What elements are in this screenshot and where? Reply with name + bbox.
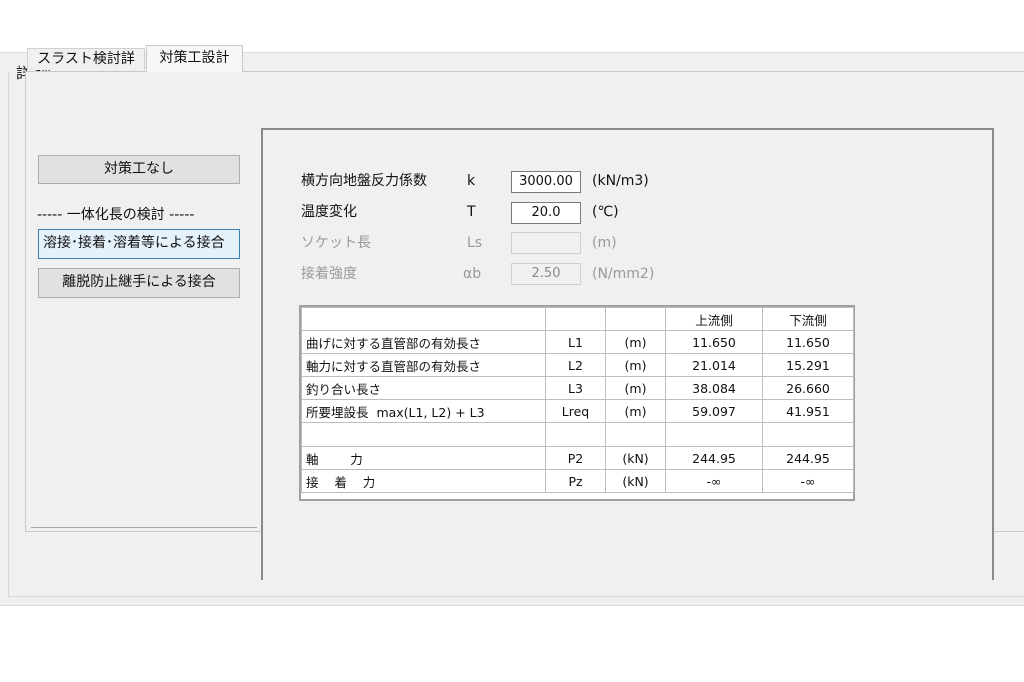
- table-cell-upstream: -∞: [665, 469, 763, 493]
- table-cell-unit: (m): [605, 376, 666, 400]
- table-cell-symbol: P2: [545, 446, 606, 470]
- tab-countermeasure-design[interactable]: 対策工設計: [146, 45, 243, 72]
- detachment-prevention-joint-button[interactable]: 離脱防止継手による接合: [38, 268, 240, 298]
- subgrade-reaction-input[interactable]: 3000.00: [511, 171, 581, 193]
- table-cell-upstream: 21.014: [665, 353, 763, 377]
- table-cell-unit: (kN): [605, 469, 666, 493]
- table-cell-symbol: [545, 422, 606, 447]
- table-cell-upstream: [665, 422, 763, 447]
- table-cell-label: 所要埋設長 max(L1, L2) + L3: [301, 399, 546, 423]
- result-table: 上流側 下流側 曲げに対する直管部の有効長さ L1 (m) 11.650 11.…: [299, 305, 855, 501]
- table-cell-downstream: 11.650: [762, 330, 854, 354]
- param-symbol-k: k: [467, 173, 476, 189]
- temperature-change-input[interactable]: 20.0: [511, 202, 581, 224]
- table-cell-downstream: [762, 422, 854, 447]
- param-label-ls: ソケット長: [301, 235, 371, 251]
- table-row: 釣り合い長さ L3 (m) 38.084 26.660: [301, 376, 854, 400]
- param-symbol-ab: αb: [463, 266, 482, 282]
- table-cell-symbol: L2: [545, 353, 606, 377]
- param-label-ab: 接着強度: [301, 266, 357, 282]
- param-unit-ab: (N/mm2): [592, 266, 655, 282]
- table-row: 軸 力 P2 (kN) 244.95 244.95: [301, 446, 854, 470]
- table-cell-downstream: 244.95: [762, 446, 854, 470]
- adhesive-strength-input[interactable]: 2.50: [511, 263, 581, 285]
- table-cell-symbol: L1: [545, 330, 606, 354]
- param-unit-k: (kN/m3): [592, 173, 649, 189]
- table-cell-unit: [605, 422, 666, 447]
- table-cell-unit: (m): [605, 399, 666, 423]
- table-cell-downstream: -∞: [762, 469, 854, 493]
- table-header-row: 上流側 下流側: [301, 307, 854, 331]
- param-label-k: 横方向地盤反力係数: [301, 173, 427, 189]
- table-cell-upstream: 59.097: [665, 399, 763, 423]
- no-measure-button[interactable]: 対策工なし: [38, 155, 240, 184]
- table-cell-unit: (m): [605, 330, 666, 354]
- table-row: 接 着 力 Pz (kN) -∞ -∞: [301, 469, 854, 493]
- table-cell-upstream: 38.084: [665, 376, 763, 400]
- table-cell-unit: (kN): [605, 446, 666, 470]
- table-row-empty: [301, 422, 854, 447]
- table-row: 所要埋設長 max(L1, L2) + L3 Lreq (m) 59.097 4…: [301, 399, 854, 423]
- table-header-downstream: 下流側: [762, 307, 854, 331]
- table-cell-label: 軸力に対する直管部の有効長さ: [301, 353, 546, 377]
- weld-joint-button[interactable]: 溶接･接着･溶着等による接合: [38, 229, 240, 259]
- table-cell-upstream: 244.95: [665, 446, 763, 470]
- table-cell-upstream: 11.650: [665, 330, 763, 354]
- table-header-cell: [545, 307, 606, 331]
- table-cell-symbol: Lreq: [545, 399, 606, 423]
- param-label-t: 温度変化: [301, 204, 357, 220]
- socket-length-input[interactable]: [511, 232, 581, 254]
- table-cell-label: 接 着 力: [301, 469, 546, 493]
- table-cell-downstream: 41.951: [762, 399, 854, 423]
- table-cell-label: 軸 力: [301, 446, 546, 470]
- table-cell-label: 釣り合い長さ: [301, 376, 546, 400]
- table-header-upstream: 上流側: [665, 307, 763, 331]
- table-cell-label: [301, 422, 546, 447]
- table-cell-label: 曲げに対する直管部の有効長さ: [301, 330, 546, 354]
- table-cell-unit: (m): [605, 353, 666, 377]
- table-cell-downstream: 26.660: [762, 376, 854, 400]
- table-row: 曲げに対する直管部の有効長さ L1 (m) 11.650 11.650: [301, 330, 854, 354]
- param-symbol-t: T: [467, 204, 476, 220]
- table-cell-symbol: L3: [545, 376, 606, 400]
- left-panel-divider: [31, 527, 257, 528]
- table-header-cell: [301, 307, 546, 331]
- table-header-cell: [605, 307, 666, 331]
- integration-length-section-label: ----- 一体化長の検討 -----: [37, 207, 195, 223]
- param-unit-t: (℃): [592, 204, 619, 220]
- param-unit-ls: (m): [592, 235, 617, 251]
- tab-thrust-detail[interactable]: スラスト検討詳細: [27, 48, 145, 87]
- table-row: 軸力に対する直管部の有効長さ L2 (m) 21.014 15.291: [301, 353, 854, 377]
- table-cell-downstream: 15.291: [762, 353, 854, 377]
- table-cell-symbol: Pz: [545, 469, 606, 493]
- param-symbol-ls: Ls: [467, 235, 483, 251]
- left-panel: [29, 76, 257, 528]
